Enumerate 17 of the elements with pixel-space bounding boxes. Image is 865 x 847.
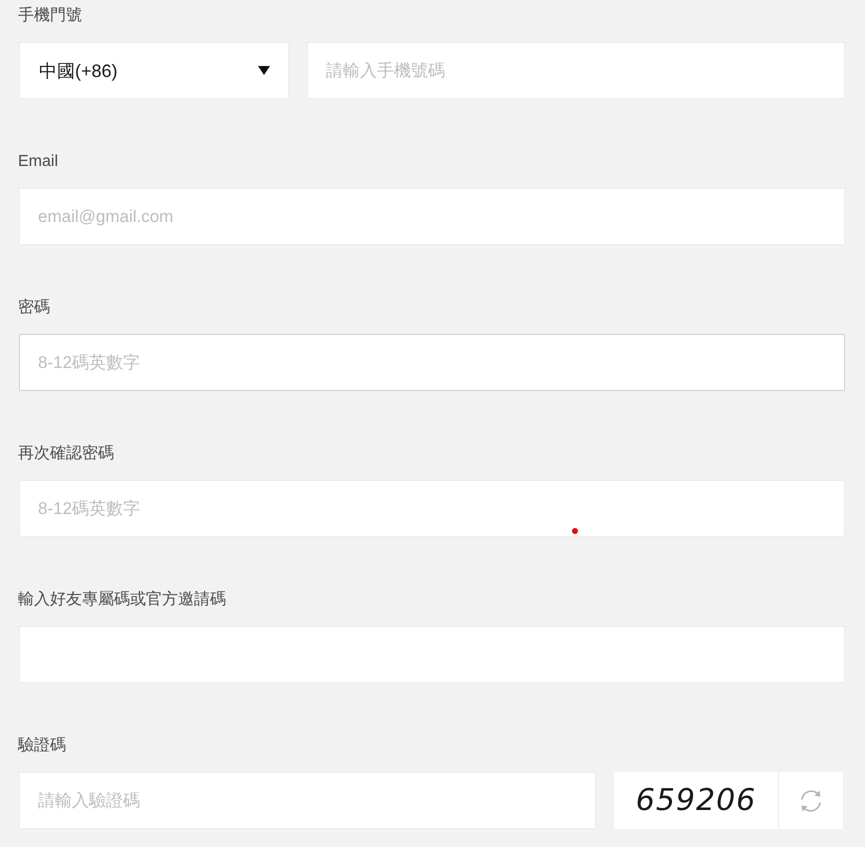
refresh-icon bbox=[798, 788, 824, 814]
field-label: 驗證碼 bbox=[18, 736, 66, 756]
refresh-button[interactable] bbox=[778, 772, 843, 829]
country-select[interactable]: 中國(+86) bbox=[19, 42, 289, 99]
captcha-input[interactable]: 請輸入驗證碼 bbox=[19, 772, 596, 829]
field-label: 再次確認密碼 bbox=[18, 444, 114, 464]
field-label: 輸入好友專屬碼或官方邀請碼 bbox=[18, 590, 226, 610]
field-label: 密碼 bbox=[18, 298, 50, 318]
caret-icon bbox=[258, 66, 270, 75]
input-field[interactable]: 8-12碼英數字 bbox=[19, 334, 845, 391]
captcha-image: 659206 bbox=[614, 772, 778, 829]
field-label: Email bbox=[18, 152, 58, 172]
pointer-dot-icon bbox=[572, 528, 578, 534]
input-field[interactable]: email@gmail.com bbox=[19, 188, 845, 245]
input-field[interactable]: 8-12碼英數字 bbox=[19, 480, 845, 537]
phone-input[interactable]: 請輸入手機號碼 bbox=[307, 42, 845, 99]
field-label: 手機門號 bbox=[18, 6, 82, 26]
